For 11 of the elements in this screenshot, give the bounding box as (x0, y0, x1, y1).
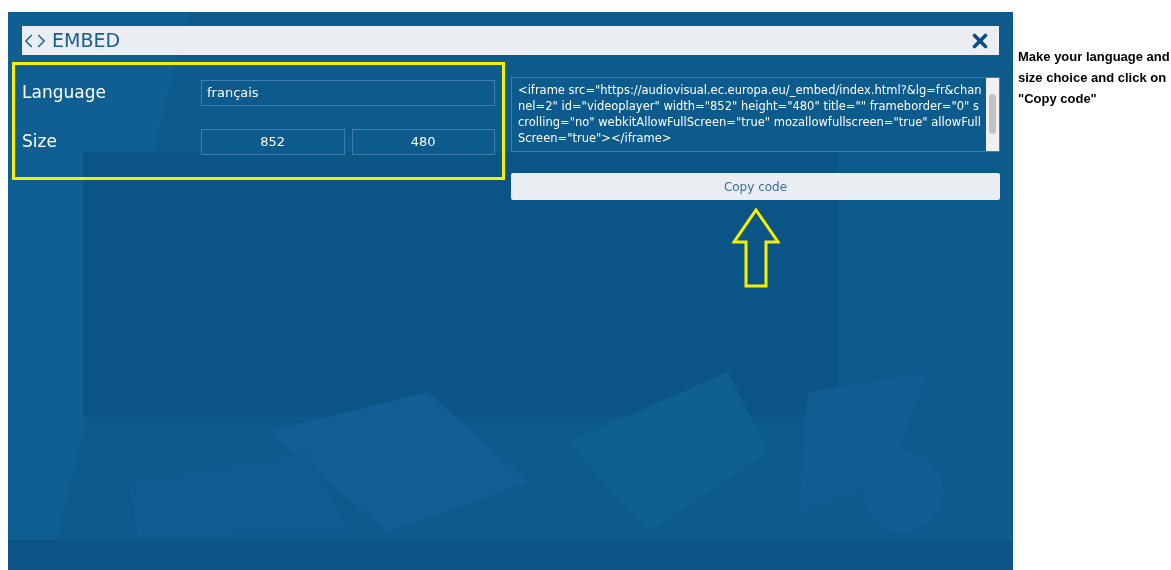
copy-code-button[interactable]: Copy code (511, 173, 1000, 200)
field-label: Size (22, 130, 58, 154)
field-label: Language (22, 81, 107, 105)
code-field[interactable]: <iframe src="https://audiovisual.ec.europa.eu/_embed/index.html?&lg=fr&channel=2" id="videoplayer" width="852" height="480" title="" frameborder="0" scrolling="no" webkitAllowFullScreen="true" mozallowfullscreen="true" allowFullScreen="true"></iframe> (511, 77, 1000, 152)
dialog-title: EMBED (52, 28, 121, 54)
scrollbar[interactable] (986, 78, 999, 151)
input-field[interactable]: français (201, 80, 495, 106)
instruction-note: Make your language and size choice and click on "Copy code" (1018, 48, 1170, 108)
input-field[interactable]: 852 (201, 129, 345, 155)
arrow-icon (731, 208, 780, 288)
input-field[interactable]: 480 (351, 129, 495, 155)
